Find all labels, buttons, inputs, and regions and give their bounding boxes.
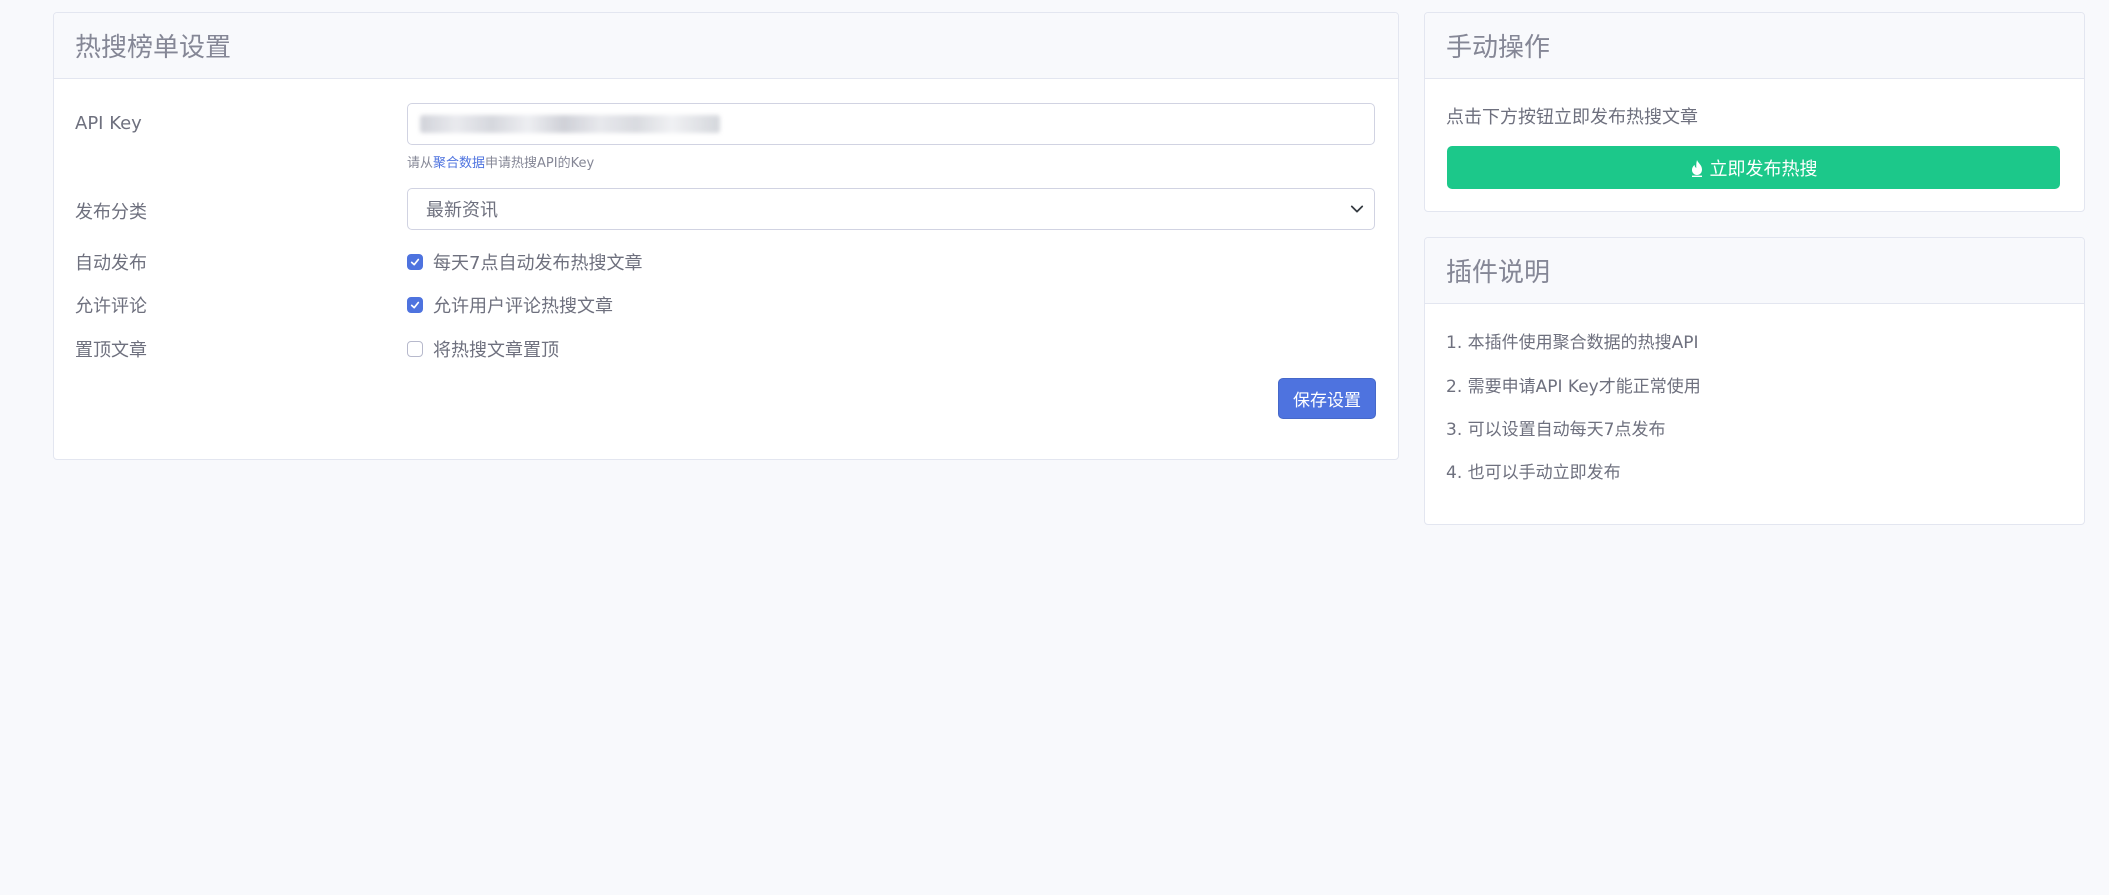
about-item: 2. 需要申请API Key才能正常使用	[1446, 377, 1701, 397]
juhe-data-link[interactable]: 聚合数据	[433, 156, 485, 171]
manual-title: 手动操作	[1446, 33, 1551, 63]
allow-comments-row: 允许用户评论热搜文章	[407, 292, 613, 318]
category-selected-value: 最新资讯	[426, 200, 498, 221]
publish-now-button[interactable]: 立即发布热搜	[1447, 146, 2060, 189]
manual-card: 手动操作 点击下方按钮立即发布热搜文章 立即发布热搜	[1424, 12, 2085, 212]
settings-title: 热搜榜单设置	[75, 33, 232, 63]
pin-article-row: 将热搜文章置顶	[407, 336, 559, 362]
pin-article-label: 置顶文章	[75, 340, 147, 361]
about-item: 4. 也可以手动立即发布	[1446, 463, 1621, 483]
check-icon	[410, 258, 420, 266]
about-card: 插件说明 1. 本插件使用聚合数据的热搜API 2. 需要申请API Key才能…	[1424, 237, 2085, 525]
api-key-input[interactable]: ••••••••••••••••••••••••••••••••••••	[407, 103, 1375, 145]
allow-comments-label: 允许评论	[75, 296, 147, 317]
about-card-header: 插件说明	[1425, 238, 2084, 304]
fire-icon	[1691, 159, 1702, 177]
api-key-help-suffix: 申请热搜API的Key	[485, 156, 595, 171]
auto-publish-row: 每天7点自动发布热搜文章	[407, 249, 642, 275]
auto-publish-checkbox-label[interactable]: 每天7点自动发布热搜文章	[433, 249, 642, 275]
api-key-help: 请从聚合数据申请热搜API的Key	[407, 152, 594, 171]
allow-comments-checkbox-label[interactable]: 允许用户评论热搜文章	[433, 292, 613, 318]
category-label: 发布分类	[75, 202, 147, 223]
chevron-down-icon	[1350, 205, 1364, 213]
about-item: 1. 本插件使用聚合数据的热搜API	[1446, 333, 1699, 353]
auto-publish-label: 自动发布	[75, 253, 147, 274]
auto-publish-checkbox[interactable]	[407, 254, 423, 270]
api-key-value: ••••••••••••••••••••••••••••••••••••	[420, 115, 720, 133]
manual-card-header: 手动操作	[1425, 13, 2084, 79]
settings-card: 热搜榜单设置 API Key •••••••••••••••••••••••••…	[53, 12, 1399, 460]
publish-now-label: 立即发布热搜	[1709, 158, 1818, 180]
check-icon	[410, 301, 420, 309]
pin-article-checkbox-label[interactable]: 将热搜文章置顶	[433, 336, 559, 362]
category-select[interactable]: 最新资讯	[407, 188, 1375, 230]
settings-card-header: 热搜榜单设置	[54, 13, 1398, 79]
api-key-help-prefix: 请从	[407, 156, 434, 171]
about-item: 3. 可以设置自动每天7点发布	[1446, 420, 1666, 440]
manual-description: 点击下方按钮立即发布热搜文章	[1446, 107, 1698, 128]
allow-comments-checkbox[interactable]	[407, 297, 423, 313]
api-key-label: API Key	[75, 113, 142, 134]
pin-article-checkbox[interactable]	[407, 341, 423, 357]
save-settings-button[interactable]: 保存设置	[1278, 378, 1376, 419]
about-title: 插件说明	[1446, 258, 1551, 288]
